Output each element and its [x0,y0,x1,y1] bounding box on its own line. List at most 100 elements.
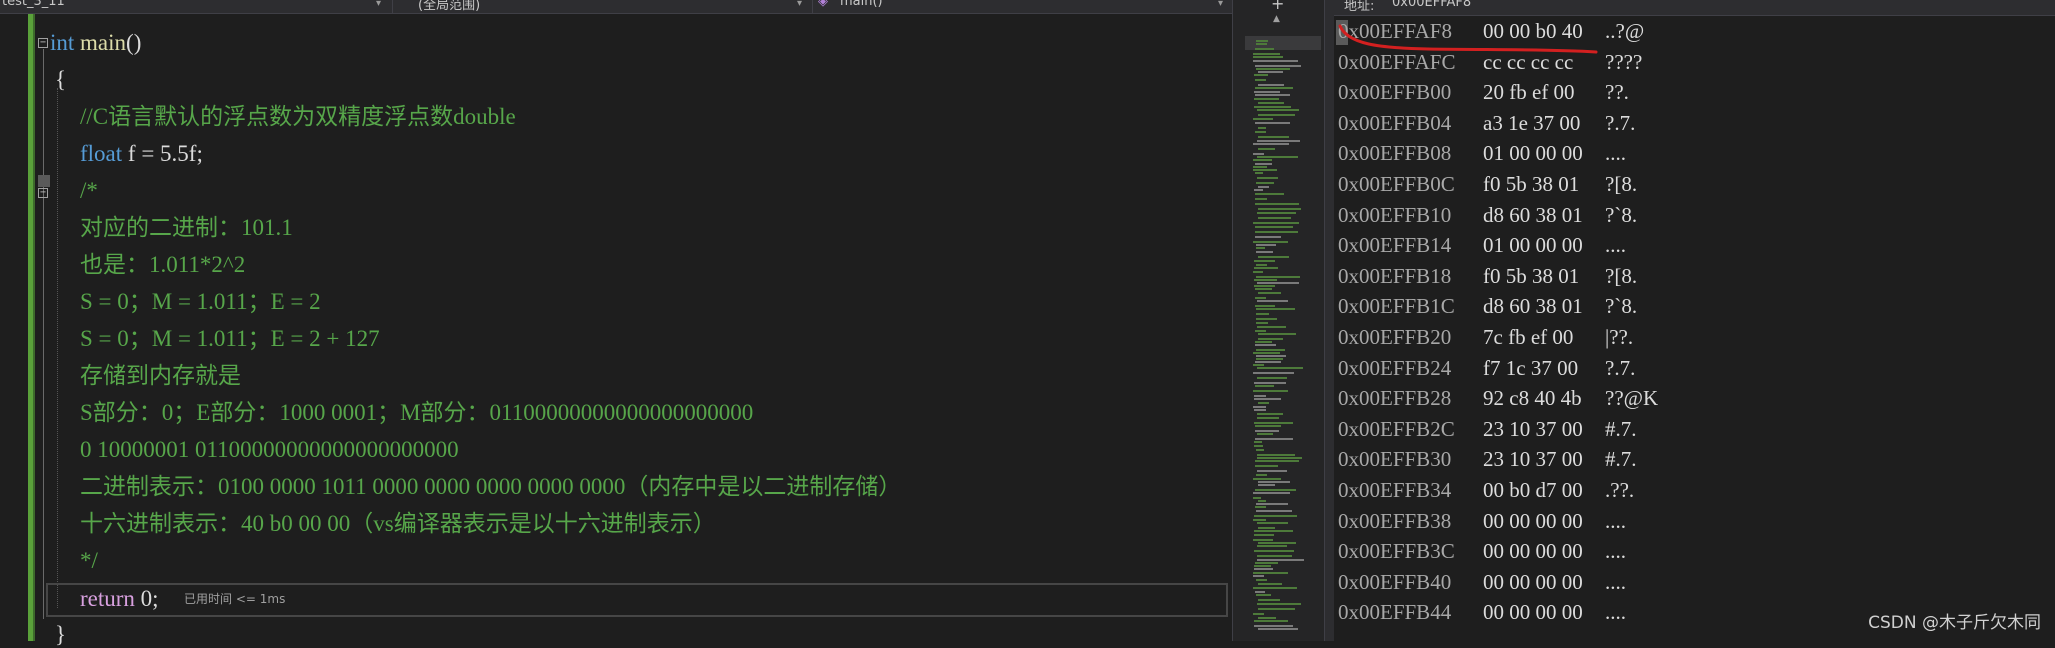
code-line-float[interactable]: float f = 5.5f; [80,141,203,167]
chevron-down-icon[interactable]: ▾ [1218,0,1223,9]
minimap-line [1257,603,1301,605]
minimap-line [1253,159,1272,161]
minimap-line [1254,409,1266,411]
memory-row[interactable]: 0x00EFFB44 00 00 00 00.... [1338,599,1626,625]
memory-row[interactable]: 0x00EFFB14 01 00 00 00.... [1338,232,1626,258]
memory-bytes: 00 b0 d7 00 [1483,478,1583,502]
memory-address: 0x00EFFB04 [1338,110,1452,135]
comment-line: /* [80,178,98,203]
memory-bytes: 01 00 00 00 [1483,141,1583,166]
minimap-line [1256,40,1268,42]
minimap-line [1256,264,1267,266]
minimap-line [1258,186,1269,188]
memory-row[interactable]: 0x00EFFB1C d8 60 38 01 ?`8. [1338,293,1637,319]
minimap-line [1257,109,1299,111]
project-dropdown[interactable]: test_3_11 [2,0,65,12]
code-line-return[interactable]: return 0; [80,586,159,612]
minimap-line [1254,565,1271,567]
memory-row[interactable]: 0x00EFFAFC cc cc cc cc???? [1338,49,1642,75]
chevron-down-icon[interactable]: ▾ [797,0,802,9]
minimap-line [1254,625,1293,627]
minimap-line [1258,136,1289,138]
memory-address: 0x00EFFB0C [1338,172,1455,196]
minimap-line [1257,559,1304,561]
minimap-line [1254,534,1274,536]
memory-ascii: .??. [1605,478,1635,502]
minimap-line [1253,406,1266,408]
minimap-line [1255,172,1263,174]
memory-row[interactable]: 0x00EFFB0C f0 5b 38 01 ?[8. [1338,171,1637,197]
minimap-line [1257,433,1273,435]
memory-row[interactable]: 0x00EFFB2C 23 10 37 00 #.7. [1338,416,1637,442]
memory-address: 0x00EFFB34 [1338,478,1452,502]
minimap-line [1254,382,1286,384]
minimap-line [1257,470,1287,472]
memory-row[interactable]: 0x00EFFAF8 00 00 b0 40 ..?@ [1338,18,1644,44]
memory-row[interactable]: 0x00EFFB24 f7 1c 37 00 ?.7. [1338,355,1635,381]
memory-row[interactable]: 0x00EFFB28 92 c8 40 4b ??@K [1338,385,1658,411]
memory-row[interactable]: 0x00EFFB34 00 b0 d7 00.??. [1338,477,1634,503]
minimap-line [1254,515,1297,517]
function-dropdown[interactable]: main() [840,0,883,12]
elapsed-time-hint[interactable]: 已用时间 <= 1ms [184,590,285,607]
memory-address: 0x00EFFB00 [1338,80,1452,105]
memory-row[interactable]: 0x00EFFB20 7c fb ef 00 |??. [1338,324,1633,350]
memory-row[interactable]: 0x00EFFB38 00 00 00 00.... [1338,508,1626,534]
memory-address: 0x00EFFB1C [1338,294,1455,319]
minimap-line [1255,198,1267,200]
split-icon[interactable]: + [1271,0,1284,13]
minimap-line [1258,148,1275,150]
minimap-line [1255,79,1266,81]
collapse-icon[interactable]: − [38,188,48,198]
minimap-line [1253,390,1288,392]
memory-address: 0x00EFFB10 [1338,202,1452,227]
minimap-line [1258,102,1284,104]
memory-row[interactable]: 0x00EFFB30 23 10 37 00 #.7. [1338,446,1637,472]
minimap-line [1257,417,1279,419]
memory-ascii: .... [1605,141,1626,166]
minimap-line [1254,568,1273,570]
minimap-line [1258,583,1282,585]
keyword-int: int [50,30,75,55]
memory-ascii: .... [1605,600,1626,625]
code-line-main[interactable]: int main() [50,30,141,56]
scope-dropdown[interactable]: (全局范围) [418,0,480,13]
memory-address-bar: 地址: 0x00EFFAF8 [1334,0,2055,16]
minimap-line [1255,506,1266,508]
minimap-line [1253,478,1281,480]
minimap-line [1253,241,1288,243]
memory-bytes: 00 00 00 00 [1483,508,1583,533]
collapse-icon[interactable]: − [38,38,48,48]
memory-bytes: f7 1c 37 00 [1483,355,1579,380]
memory-row[interactable]: 0x00EFFB40 00 00 00 00.... [1338,569,1626,595]
minimap-line [1253,519,1266,521]
minimap-line [1254,279,1277,281]
memory-row[interactable]: 0x00EFFB3C 00 00 00 00.... [1338,538,1626,564]
memory-bytes: f0 5b 38 01 [1483,172,1580,196]
memory-row[interactable]: 0x00EFFB08 01 00 00 00.... [1338,140,1626,166]
memory-bytes: f0 5b 38 01 [1483,263,1580,288]
chevron-down-icon[interactable]: ▾ [376,0,381,9]
memory-row[interactable]: 0x00EFFB10 d8 60 38 01 ?`8. [1338,202,1637,228]
memory-address: 0x00EFFB24 [1338,355,1452,380]
memory-row[interactable]: 0x00EFFB00 20 fb ef 00??. [1338,79,1629,105]
memory-row[interactable]: 0x00EFFB18 f0 5b 38 01 ?[8. [1338,263,1637,289]
minimap-line [1258,599,1280,601]
minimap-line [1253,492,1290,494]
comment-line: 十六进制表示：40 b0 00 00（vs编译器表示是以十六进制表示） [80,511,716,536]
minimap-line [1255,330,1266,332]
minimap-line [1256,449,1264,451]
open-brace: { [55,67,67,92]
minimap-line [1258,114,1295,116]
minimap-line [1253,572,1288,574]
code-minimap[interactable]: + ▲ [1232,0,1325,641]
memory-row[interactable]: 0x00EFFB04 a3 1e 37 00 ?.7. [1338,110,1635,136]
minimap-line [1256,182,1274,184]
memory-bytes: 00 00 00 00 [1483,569,1583,594]
minimap-line [1253,364,1264,366]
minimap-line [1255,236,1281,238]
scroll-up-icon[interactable]: ▲ [1273,14,1280,24]
minimap-line [1253,56,1283,58]
address-input[interactable]: 0x00EFFAF8 [1392,0,1471,10]
keyword-float: float [80,141,123,166]
